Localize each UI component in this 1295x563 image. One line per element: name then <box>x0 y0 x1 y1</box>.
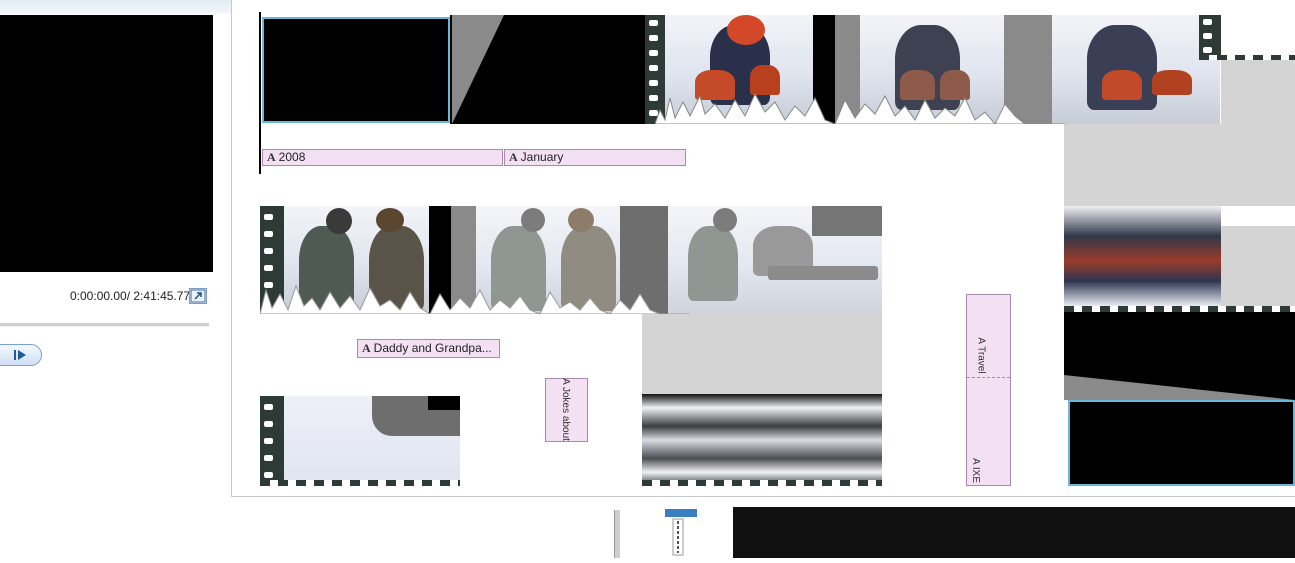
title-clip[interactable] <box>1068 400 1295 486</box>
grey-placeholder <box>1221 226 1295 306</box>
caption-text: 2008 <box>278 150 306 164</box>
scroll-indicator[interactable] <box>614 510 620 558</box>
filmstrip-sprockets <box>260 480 460 486</box>
video-thumbnail[interactable] <box>668 206 882 314</box>
rotated-label-icon <box>665 509 697 556</box>
text-icon: A <box>362 341 371 355</box>
grey-placeholder <box>1064 124 1295 206</box>
next-frame-icon <box>14 350 26 360</box>
filmstrip-sprockets <box>642 480 882 486</box>
text-icon: A <box>267 150 276 164</box>
caption-text: A Travel <box>975 337 987 374</box>
pop-out-preview-button[interactable] <box>189 288 207 304</box>
playback-cursor[interactable] <box>259 12 261 174</box>
transition-wedge <box>1064 375 1295 400</box>
vertical-caption-clip[interactable]: A Jokes about <box>545 378 588 442</box>
caption-clip[interactable]: A Daddy and Grandpa... <box>357 339 500 358</box>
bottom-black-clip[interactable] <box>733 507 1295 558</box>
filmstrip-edge <box>260 396 284 486</box>
pop-out-icon <box>190 289 206 303</box>
seek-bar[interactable] <box>0 323 209 327</box>
filmstrip-edge <box>1199 15 1221 60</box>
video-preview-monitor[interactable] <box>0 15 213 272</box>
caption-text: Daddy and Grandpa... <box>373 341 492 355</box>
caption-text: A IXE <box>970 457 982 484</box>
title-clip-selected[interactable] <box>262 17 450 123</box>
caption-text: January <box>520 150 564 164</box>
audio-waveform <box>655 92 1065 124</box>
video-thumbnail-flipped[interactable] <box>1064 206 1221 306</box>
next-frame-button[interactable] <box>0 344 42 366</box>
grey-placeholder <box>642 314 882 394</box>
audio-waveform <box>260 284 690 314</box>
vertical-caption-clip[interactable]: A Travel A IXE <box>966 294 1011 486</box>
video-thumbnail[interactable] <box>284 396 460 486</box>
caption-clip[interactable]: A January <box>504 149 686 166</box>
clip-icon <box>665 509 697 558</box>
video-thumbnail[interactable] <box>1052 15 1220 124</box>
caption-text: A Jokes about <box>559 378 571 441</box>
text-icon: A <box>509 150 518 164</box>
video-thumbnail-flipped[interactable] <box>642 394 882 486</box>
preview-timecode: 0:00:00.00/ 2:41:45.77 <box>70 289 191 303</box>
transition-wedge <box>452 15 504 124</box>
grey-placeholder <box>1221 60 1295 124</box>
caption-clip[interactable]: A 2008 <box>262 149 503 166</box>
